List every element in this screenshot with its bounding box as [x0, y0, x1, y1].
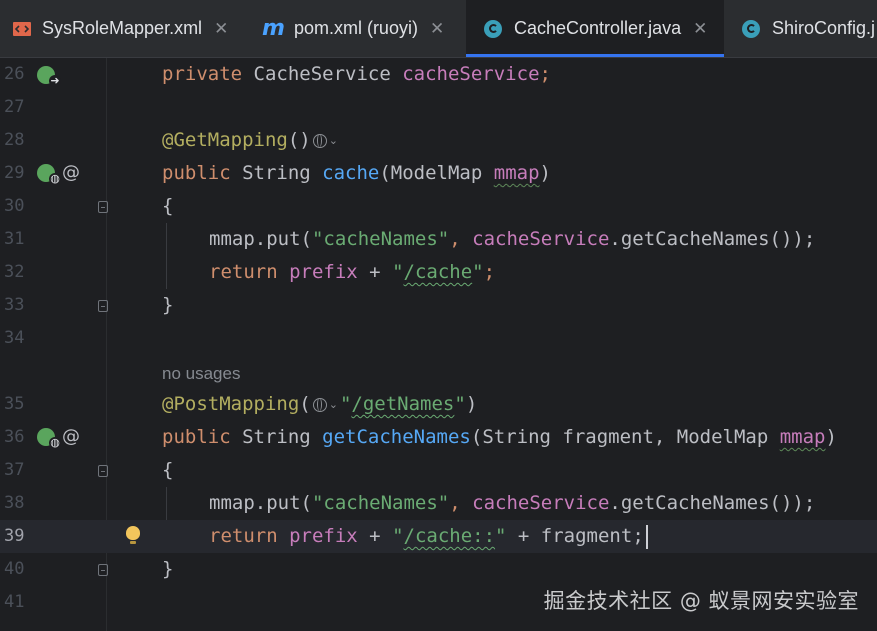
close-tab-icon[interactable]: ✕ [693, 19, 707, 39]
code-text: { [162, 195, 174, 217]
code-text: mmap.put("cacheNames", cacheService.getC… [209, 492, 816, 514]
spring-endpoint-icon[interactable]: ◍ [37, 164, 61, 185]
annotation-at-icon[interactable]: @ [62, 164, 80, 182]
text-cursor [645, 524, 648, 549]
code-line: 40 } [0, 553, 877, 586]
line-number: 35 [4, 394, 25, 414]
endpoint-globe-icon[interactable]: ⌄ [312, 388, 338, 421]
code-line: 36 ◍ @ public String getCacheNames(Strin… [0, 421, 877, 454]
java-class-icon: c [484, 19, 502, 38]
fold-collapse-icon[interactable] [98, 201, 108, 213]
line-number: 41 [4, 592, 25, 612]
tab-cachecontroller-java[interactable]: c CacheController.java ✕ [466, 0, 724, 57]
line-number: 31 [4, 229, 25, 249]
spring-bean-icon[interactable]: ➜ [37, 66, 61, 87]
code-text: mmap.put("cacheNames", cacheService.getC… [209, 228, 816, 250]
code-line-current: 39 return prefix + "/cache::" + fragment… [0, 520, 877, 553]
fold-end-icon[interactable] [98, 300, 108, 312]
line-number: 33 [4, 295, 25, 315]
watermark: 掘金技术社区 @ 蚁景网安实验室 [543, 589, 859, 613]
tab-label: ShiroConfig.j [772, 18, 876, 38]
no-usages-hint[interactable]: no usages [162, 357, 240, 390]
line-number: 40 [4, 559, 25, 579]
line-number: 36 [4, 427, 25, 447]
code-text: private CacheService cacheService; [162, 63, 551, 85]
tab-label: CacheController.java [514, 18, 682, 38]
code-line: 28 @GetMapping() ⌄ [0, 124, 877, 157]
code-line: 27 [0, 91, 877, 124]
line-number: 37 [4, 460, 25, 480]
close-tab-icon[interactable]: ✕ [214, 19, 228, 39]
line-number: 26 [4, 64, 25, 84]
code-text: } [162, 558, 174, 580]
tab-pom-xml[interactable]: m pom.xml (ruoyi) ✕ [262, 0, 470, 57]
code-line: 32 return prefix + "/cache"; [0, 256, 877, 289]
endpoint-globe-icon[interactable]: ⌄ [312, 124, 338, 157]
line-number: 28 [4, 130, 25, 150]
code-text: { [162, 459, 174, 481]
editor-tab-bar: SysRoleMapper.xml ✕ m pom.xml (ruoyi) ✕ … [0, 0, 877, 58]
inlay-hint-line: no usages [0, 357, 877, 390]
code-editor[interactable]: 26 ➜ private CacheService cacheService; … [0, 58, 877, 631]
line-number: 32 [4, 262, 25, 282]
code-line: 31 mmap.put("cacheNames", cacheService.g… [0, 223, 877, 256]
xml-file-icon [12, 20, 32, 38]
fold-end-icon[interactable] [98, 564, 108, 576]
tab-shiroconfig-java[interactable]: c ShiroConfig.j [742, 0, 877, 57]
tab-label: pom.xml (ruoyi) [293, 18, 418, 38]
spring-endpoint-icon[interactable]: ◍ [37, 428, 61, 449]
line-number: 27 [4, 97, 25, 117]
line-number: 29 [4, 163, 25, 183]
code-text: @PostMapping(⌄ "/getNames") [162, 388, 477, 421]
globe-icon: ◍ [49, 172, 61, 185]
fold-collapse-icon[interactable] [98, 465, 108, 477]
tab-sysrolemapper-xml[interactable]: SysRoleMapper.xml ✕ [0, 0, 244, 57]
code-line: 35 @PostMapping(⌄ "/getNames") [0, 388, 877, 421]
close-tab-icon[interactable]: ✕ [430, 19, 444, 39]
code-line: 26 ➜ private CacheService cacheService; [0, 58, 877, 91]
navigate-arrow-icon: ➜ [49, 74, 61, 87]
code-line: 37 { [0, 454, 877, 487]
code-text: return prefix + "/cache"; [209, 261, 496, 283]
line-number: 34 [4, 328, 25, 348]
line-number: 38 [4, 493, 25, 513]
code-text: public String getCacheNames(String fragm… [162, 426, 837, 448]
code-line: 29 ◍ @ public String cache(ModelMap mmap… [0, 157, 877, 190]
globe-icon: ◍ [49, 436, 61, 449]
line-number: 39 [4, 526, 25, 546]
code-text: @GetMapping() ⌄ [162, 124, 340, 157]
code-text: public String cache(ModelMap mmap) [162, 162, 551, 184]
annotation-at-icon[interactable]: @ [62, 428, 80, 446]
lightbulb-icon[interactable] [126, 526, 140, 544]
line-number: 30 [4, 196, 25, 216]
code-line: 33 } [0, 289, 877, 322]
code-line: 38 mmap.put("cacheNames", cacheService.g… [0, 487, 877, 520]
code-line: 34 [0, 322, 877, 355]
code-text: } [162, 294, 174, 316]
code-text: return prefix + "/cache::" + fragment; [209, 520, 648, 553]
maven-icon: m [262, 15, 285, 41]
tab-label: SysRoleMapper.xml [42, 18, 203, 38]
code-line: 30 { [0, 190, 877, 223]
java-class-icon: c [742, 19, 760, 38]
